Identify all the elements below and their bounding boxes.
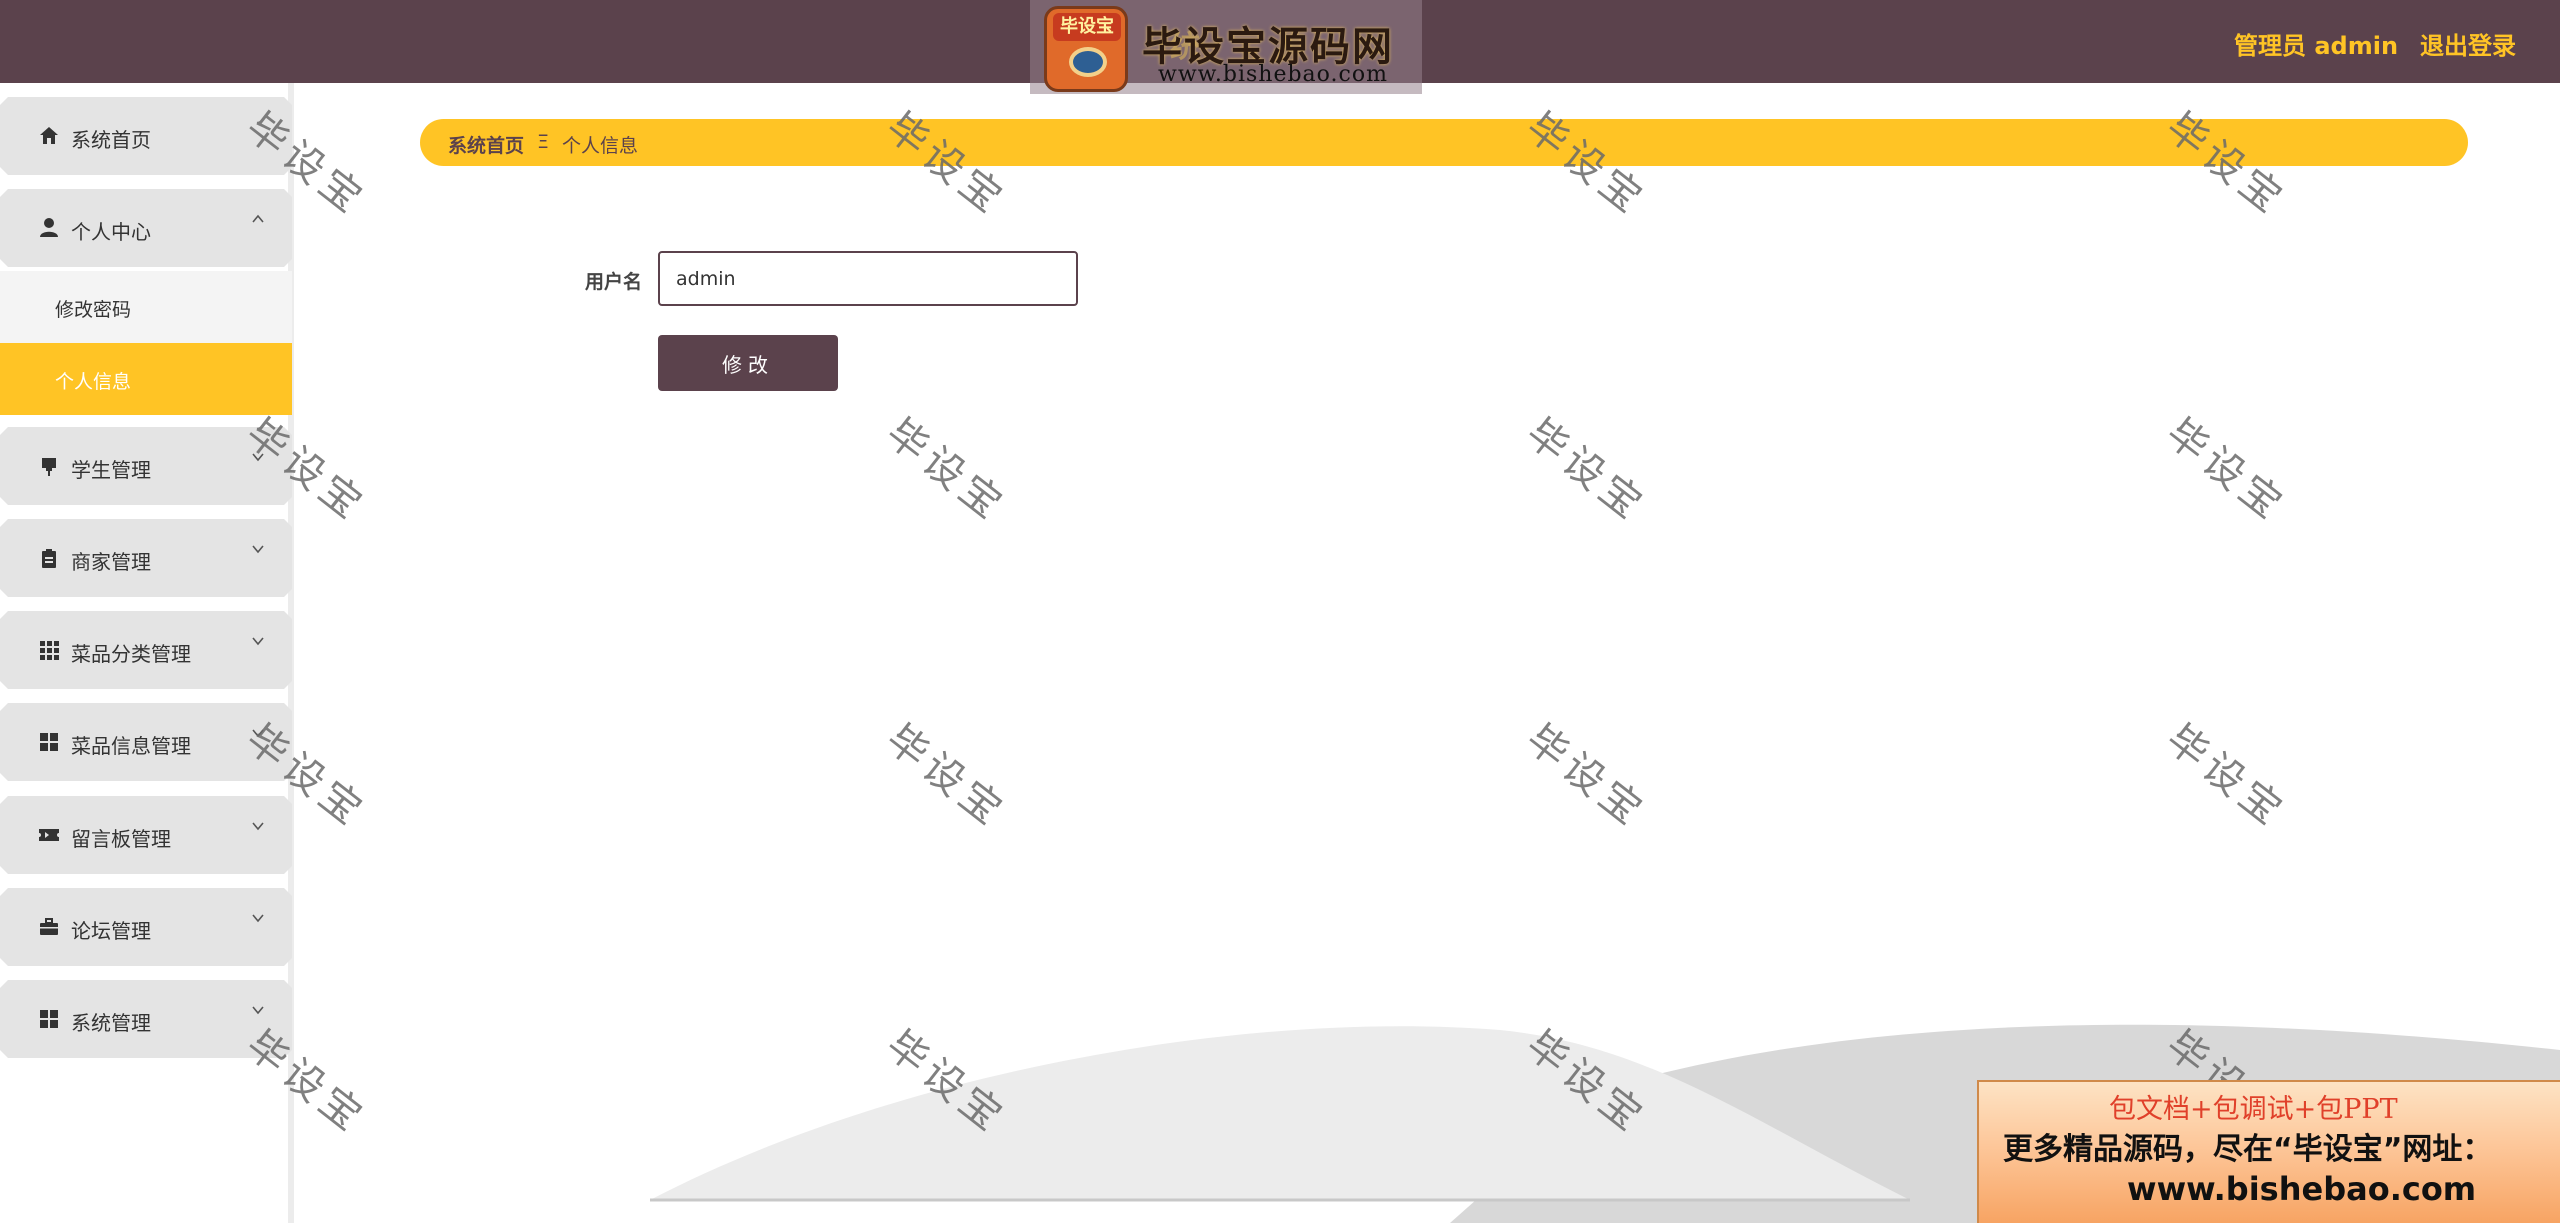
flag-icon xyxy=(38,455,60,477)
username-field[interactable] xyxy=(658,251,1078,306)
chevron-down-icon xyxy=(250,818,266,839)
sidebar-item-merchants[interactable]: 商家管理 xyxy=(0,519,292,597)
ad-tagline: 包文档+包调试+包PPT xyxy=(2109,1094,2398,1125)
logo-badge-icon: 毕设宝 xyxy=(1044,6,1128,92)
watermark-text: 毕设宝 xyxy=(2157,409,2295,532)
sidebar-item-label: 留言板管理 xyxy=(71,827,171,851)
sidebar-item-forum[interactable]: 论坛管理 xyxy=(0,888,292,966)
logo-watermark-url: www.bishebao.com xyxy=(1158,62,1388,87)
sidebar-subitem-label: 修改密码 xyxy=(55,299,132,321)
sidebar-item-label: 系统首页 xyxy=(71,128,151,152)
modify-button[interactable]: 修改 xyxy=(658,335,838,391)
ticket-icon xyxy=(38,824,60,846)
chevron-up-icon xyxy=(250,211,266,232)
sidebar-item-label: 论坛管理 xyxy=(71,919,151,943)
clipboard-icon xyxy=(38,547,60,569)
apps-icon xyxy=(38,1008,60,1030)
watermark-text: 毕设宝 xyxy=(2157,715,2295,838)
sidebar-item-label: 个人中心 xyxy=(71,220,151,244)
sidebar-subitem-change-password[interactable]: 修改密码 xyxy=(0,271,292,343)
chevron-down-icon xyxy=(250,910,266,931)
user-icon xyxy=(38,217,60,239)
sidebar-item-personal-center[interactable]: 个人中心 xyxy=(0,189,292,267)
logo-eye-shape xyxy=(1069,47,1107,77)
watermark-text: 毕设宝 xyxy=(877,715,1015,838)
sidebar-item-label: 学生管理 xyxy=(71,458,151,482)
grid-icon xyxy=(38,639,60,661)
username-label: 用户名 xyxy=(585,271,643,293)
logo-watermark: 毕设宝 毕设宝源码网 www.bishebao.com xyxy=(1030,0,1422,94)
breadcrumb-separator: Ξ xyxy=(537,131,550,153)
chevron-down-icon xyxy=(250,541,266,562)
sidebar-item-label: 菜品分类管理 xyxy=(71,642,191,666)
sidebar-item-dish-categories[interactable]: 菜品分类管理 xyxy=(0,611,292,689)
logo-badge-text: 毕设宝 xyxy=(1053,13,1121,41)
watermark-text: 毕设宝 xyxy=(877,409,1015,532)
chevron-down-icon xyxy=(250,633,266,654)
logout-link[interactable]: 退出登录 xyxy=(2420,26,2516,61)
briefcase-icon xyxy=(38,916,60,938)
apps-icon xyxy=(38,731,60,753)
watermark-text: 毕设宝 xyxy=(1517,409,1655,532)
sidebar-subitem-label: 个人信息 xyxy=(55,371,132,393)
breadcrumb-current: 个人信息 xyxy=(562,135,639,157)
home-icon xyxy=(38,125,60,147)
ad-headline: 更多精品源码，尽在“毕设宝”网址： xyxy=(2003,1132,2493,1167)
admin-user-label: 管理员 admin xyxy=(2234,32,2399,60)
breadcrumb-home-link[interactable]: 系统首页 xyxy=(448,131,524,158)
chevron-down-icon xyxy=(250,1002,266,1023)
ad-url: www.bishebao.com xyxy=(2127,1170,2477,1208)
sidebar-item-message-board[interactable]: 留言板管理 xyxy=(0,796,292,874)
ad-banner: 包文档+包调试+包PPT 更多精品源码，尽在“毕设宝”网址： www.bishe… xyxy=(1977,1080,2560,1223)
watermark-text: 毕设宝 xyxy=(1517,715,1655,838)
sidebar-subitem-personal-info[interactable]: 个人信息 xyxy=(0,343,292,415)
sidebar-item-label: 系统管理 xyxy=(71,1011,151,1035)
sidebar-item-label: 菜品信息管理 xyxy=(71,734,191,758)
sidebar-item-label: 商家管理 xyxy=(71,550,151,574)
